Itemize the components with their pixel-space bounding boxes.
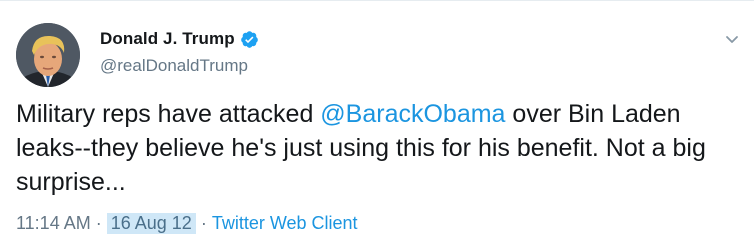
meta-separator: ·: [95, 213, 102, 233]
meta-separator: ·: [200, 213, 207, 233]
tweet-text: Military reps have attacked @BarackObama…: [16, 97, 736, 199]
tweet-text-start: Military reps have attacked: [16, 100, 321, 128]
author-name[interactable]: Donald J. Trump: [100, 29, 235, 49]
chevron-down-icon[interactable]: [724, 31, 740, 47]
tweet-meta: 11:14 AM · 16 Aug 12 · Twitter Web Clien…: [16, 213, 358, 234]
tweet-date[interactable]: 16 Aug 12: [106, 213, 196, 234]
mention-link[interactable]: @BarackObama: [320, 100, 505, 128]
name-row: Donald J. Trump: [100, 27, 694, 51]
author-handle[interactable]: @realDonaldTrump: [100, 56, 694, 76]
avatar[interactable]: [16, 23, 80, 87]
tweet-card: Donald J. Trump @realDonaldTrump Militar…: [0, 0, 754, 246]
tweet-source-link[interactable]: Twitter Web Client: [212, 213, 358, 234]
tweet-time[interactable]: 11:14 AM: [16, 213, 91, 234]
tweet-header: Donald J. Trump @realDonaldTrump: [100, 27, 694, 76]
verified-badge-icon: [240, 30, 259, 49]
